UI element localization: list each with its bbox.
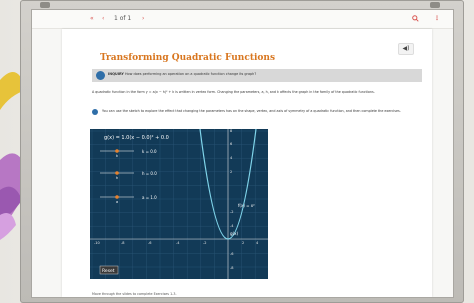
instruction-paragraph: You can use the sketch to explore the ef…: [102, 109, 401, 113]
slider-handle[interactable]: [115, 171, 119, 175]
slider-value: a = 1.0: [142, 195, 157, 200]
x-tick-label: -6: [148, 241, 152, 245]
equation-label: g(x) = 1.0(x − 0.0)² + 0.0: [104, 135, 169, 141]
x-tick-label: 2: [242, 241, 244, 245]
intro-paragraph: A quadratic function in the form y = a(x…: [92, 90, 375, 94]
y-tick-label: 2: [230, 170, 232, 174]
y-tick-label: -8: [230, 266, 234, 270]
y-tick-label: -6: [230, 252, 234, 256]
slider-handle[interactable]: [115, 149, 119, 153]
slider-value: k = 0.0: [142, 149, 157, 154]
reset-label: Reset: [102, 268, 115, 274]
x-tick-label: -8: [121, 241, 125, 245]
first-page-button[interactable]: «: [90, 15, 94, 23]
reader-toolbar: « ‹ 1 of 1 › ⋮: [32, 10, 453, 29]
slider-letter: a: [116, 200, 118, 204]
x-tick-label: -2: [203, 241, 207, 245]
frame-clip: [40, 2, 50, 8]
previous-page-button[interactable]: ‹: [102, 15, 104, 23]
y-tick-label: 8: [230, 129, 232, 133]
y-tick-label: 6: [230, 142, 232, 146]
reset-button[interactable]: Reset: [99, 265, 119, 275]
exploration-icon: [92, 109, 98, 115]
slider-value: h = 0.0: [142, 171, 157, 176]
quadratic-sketch[interactable]: -10 -8 -6 -4 -2 2 4 8642-2-4-6-8 g(x) = 1.0(x …: [90, 129, 268, 279]
projected-screen: « ‹ 1 of 1 › ⋮ ◀) Transforming Quadratic…: [32, 10, 453, 297]
page-indicator: 1 of 1: [114, 15, 132, 22]
frame-clip: [430, 2, 440, 8]
next-page-button[interactable]: ›: [142, 15, 144, 23]
page-title: Transforming Quadratic Functions: [100, 53, 276, 63]
y-tick-label: -2: [230, 210, 234, 214]
inquiry-question-text: How does performing an operation on a qu…: [124, 72, 257, 76]
inquiry-box: INQUIRY How does performing an operation…: [92, 69, 422, 82]
x-tick-label: -10: [94, 241, 100, 245]
slider-letter: h: [116, 176, 118, 180]
search-icon[interactable]: [412, 15, 419, 25]
gx-label: g(x): [230, 231, 238, 236]
inquiry-icon: [96, 71, 105, 80]
more-icon[interactable]: ⋮: [434, 15, 440, 23]
slider-handle[interactable]: [115, 195, 119, 199]
audio-icon[interactable]: ◀): [398, 43, 414, 55]
footer-instruction: Move through the slides to complete Exer…: [92, 292, 177, 296]
fx-label: f(x) = x²: [238, 203, 255, 208]
inquiry-label: INQUIRY: [108, 72, 124, 76]
inquiry-question: INQUIRY How does performing an operation…: [108, 72, 256, 76]
lesson-page: ◀) Transforming Quadratic Functions INQU…: [62, 29, 432, 297]
